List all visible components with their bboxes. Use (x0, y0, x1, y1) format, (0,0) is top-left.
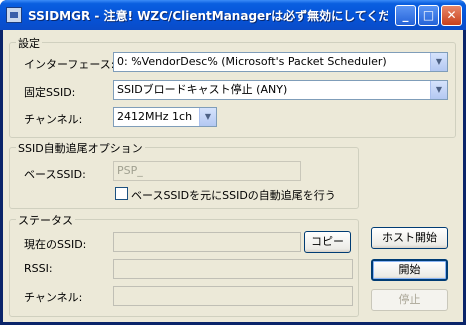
rssi-label: RSSI: (24, 262, 53, 275)
status-legend: ステータス (16, 212, 75, 228)
minimize-button[interactable]: _ (395, 5, 416, 26)
host-start-button[interactable]: ホスト開始 (371, 227, 448, 249)
fixed-ssid-select[interactable]: SSIDブロードキャスト停止 (ANY) ▼ (113, 80, 448, 100)
current-ssid-field (113, 232, 301, 252)
current-ssid-label: 現在のSSID: (24, 238, 87, 251)
status-channel-label: チャンネル: (24, 291, 83, 304)
maximize-button[interactable]: □ (418, 5, 439, 26)
chevron-down-icon[interactable]: ▼ (430, 53, 447, 71)
base-ssid-input[interactable]: PSP_ (113, 161, 301, 181)
dialog-client-area: 設定 インターフェース: 0: %VendorDesc% (Microsoft'… (3, 30, 463, 322)
auto-track-checkbox[interactable] (115, 187, 128, 200)
auto-track-legend: SSID自動追尾オプション (16, 140, 145, 156)
chevron-down-icon[interactable]: ▼ (199, 108, 216, 126)
rssi-field (113, 259, 353, 279)
start-button[interactable]: 開始 (371, 259, 448, 281)
stop-button[interactable]: 停止 (371, 289, 448, 311)
status-channel-field (113, 286, 353, 306)
channel-select-value: 2412MHz 1ch (117, 110, 193, 123)
app-icon (6, 7, 22, 23)
base-ssid-label: ベースSSID: (24, 168, 86, 181)
close-button[interactable]: ✕ (441, 5, 462, 26)
settings-legend: 設定 (16, 35, 42, 51)
app-window: SSIDMGR - 注意! WZC/ClientManagerは必ず無効にしてく… (0, 0, 466, 325)
copy-button[interactable]: コピー (304, 231, 351, 253)
auto-track-checkbox-label[interactable]: ベースSSIDを元にSSIDの自動追尾を行う (131, 187, 336, 203)
fixed-ssid-label: 固定SSID: (24, 86, 76, 99)
window-title: SSIDMGR - 注意! WZC/ClientManagerは必ず無効にしてく… (28, 9, 388, 23)
title-bar[interactable]: SSIDMGR - 注意! WZC/ClientManagerは必ず無効にしてく… (0, 0, 466, 30)
fixed-ssid-select-value: SSIDブロードキャスト停止 (ANY) (117, 83, 288, 96)
chevron-down-icon[interactable]: ▼ (430, 81, 447, 99)
interface-select-value: 0: %VendorDesc% (Microsoft's Packet Sche… (117, 55, 387, 68)
interface-label: インターフェース: (24, 58, 115, 71)
interface-select[interactable]: 0: %VendorDesc% (Microsoft's Packet Sche… (113, 52, 448, 72)
channel-select[interactable]: 2412MHz 1ch ▼ (113, 107, 217, 127)
channel-label: チャンネル: (24, 113, 83, 126)
